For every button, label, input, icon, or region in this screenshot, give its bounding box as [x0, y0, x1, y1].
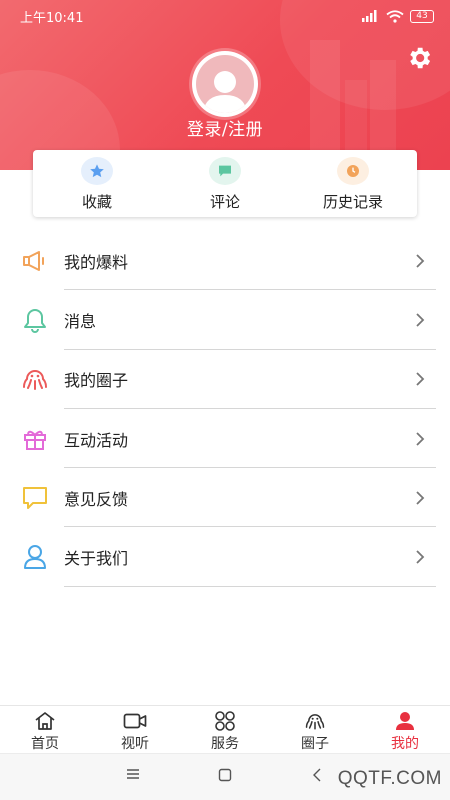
home-square-icon[interactable]: [218, 768, 232, 782]
history-button[interactable]: 历史记录: [289, 150, 417, 217]
menu-label: 消息: [64, 311, 97, 331]
signal-icon: [362, 10, 377, 22]
menu-label: 意见反馈: [64, 489, 129, 509]
tab-video[interactable]: 视听: [90, 706, 180, 753]
menu-item-feedback[interactable]: 意见反馈: [0, 468, 450, 528]
status-bar: 上午10:41 43: [0, 0, 450, 32]
comments-label: 评论: [209, 193, 240, 211]
menu-item-my-tips[interactable]: 我的爆料: [0, 231, 450, 291]
settings-gear-icon[interactable]: [405, 44, 433, 72]
megaphone-icon: [20, 246, 50, 276]
watermark: QQTF.COM: [337, 768, 442, 789]
tab-home[interactable]: 首页: [0, 706, 90, 753]
favorites-button[interactable]: 收藏: [33, 150, 161, 217]
status-icons: 43: [360, 9, 434, 23]
status-time: 上午10:41: [20, 10, 84, 26]
profile-menu: 我的爆料 消息 我的圈子 互动活动 意见反馈 关于我们: [0, 231, 450, 587]
battery-indicator: 43: [410, 9, 434, 23]
bell-icon: [20, 305, 50, 335]
menu-label: 关于我们: [64, 549, 129, 569]
chevron-right-icon: [416, 491, 425, 505]
octopus-icon: [302, 710, 328, 732]
profile-header: 上午10:41 43 登录/注册: [0, 0, 450, 170]
chevron-right-icon: [416, 550, 425, 564]
quick-actions-card: 收藏 评论 历史记录: [33, 150, 417, 217]
tab-label: 我的: [391, 736, 419, 752]
menu-icon[interactable]: [126, 768, 140, 780]
grid-icon: [212, 710, 238, 732]
menu-label: 我的圈子: [64, 371, 129, 391]
tab-services[interactable]: 服务: [180, 706, 270, 753]
default-avatar-icon: [196, 55, 254, 113]
chevron-right-icon: [416, 254, 425, 268]
feedback-icon: [20, 483, 50, 513]
star-icon: [81, 157, 113, 185]
tab-circles[interactable]: 圈子: [270, 706, 360, 753]
menu-item-messages[interactable]: 消息: [0, 290, 450, 350]
tab-label: 视听: [121, 736, 149, 752]
bottom-tab-bar: 首页 视听 服务 圈子 我的: [0, 705, 450, 753]
menu-item-about-us[interactable]: 关于我们: [0, 527, 450, 587]
avatar[interactable]: [192, 51, 258, 117]
tab-mine[interactable]: 我的: [360, 706, 450, 753]
chevron-right-icon: [416, 313, 425, 327]
comments-button[interactable]: 评论: [161, 150, 289, 217]
gift-icon: [20, 424, 50, 454]
video-icon: [122, 710, 148, 732]
user-icon: [20, 542, 50, 572]
menu-item-interactive-events[interactable]: 互动活动: [0, 409, 450, 469]
tab-label: 首页: [31, 736, 59, 752]
back-icon[interactable]: [312, 768, 322, 782]
home-icon: [32, 710, 58, 732]
menu-item-my-circles[interactable]: 我的圈子: [0, 350, 450, 409]
chevron-right-icon: [416, 431, 425, 446]
history-label: 历史记录: [322, 193, 383, 211]
octopus-icon: [20, 364, 50, 394]
favorites-label: 收藏: [81, 193, 112, 211]
comment-icon: [209, 157, 241, 185]
tab-label: 服务: [211, 736, 239, 752]
wifi-icon: [386, 9, 404, 23]
tab-label: 圈子: [301, 736, 329, 752]
divider: [64, 585, 436, 587]
chevron-right-icon: [416, 372, 425, 386]
clock-icon: [337, 157, 369, 185]
menu-label: 我的爆料: [64, 252, 129, 272]
person-icon: [392, 710, 418, 732]
login-register-link[interactable]: 登录/注册: [0, 115, 450, 140]
menu-label: 互动活动: [64, 430, 129, 450]
